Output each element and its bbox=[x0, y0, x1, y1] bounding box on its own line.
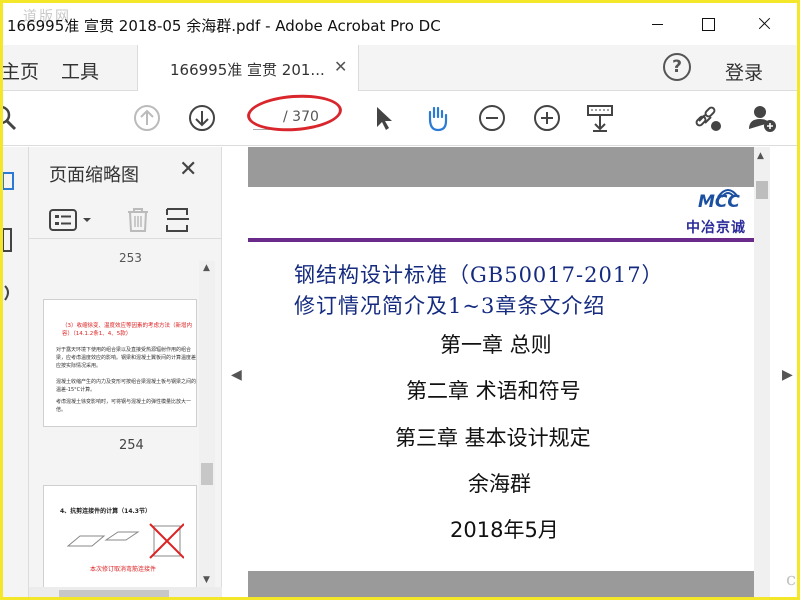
zoom-in-icon[interactable] bbox=[532, 103, 562, 133]
mcc-logo: MCC bbox=[698, 192, 740, 212]
thumb1-bullet-2: 混凝土收缩产生的内力及变形可按组合梁混凝土板与钢梁之间的温差-15°C计算。 bbox=[56, 379, 197, 393]
company-name: 中冶京诚 bbox=[686, 220, 746, 236]
previous-page-icon[interactable] bbox=[132, 103, 162, 133]
thumb1-bullet-3: 考虑混凝土徐变影响时，可将钢与混凝土的弹性模量比放大一倍。 bbox=[56, 399, 192, 413]
close-window-button[interactable] bbox=[745, 11, 785, 37]
doc-title-line2: 修订情况简介及1~3章条文介绍 bbox=[294, 294, 606, 318]
maximize-button[interactable] bbox=[689, 11, 729, 37]
window-title: 166995准 宣贯 2018-05 余海群.pdf - Adobe Acrob… bbox=[7, 17, 441, 35]
close-tab-icon[interactable]: ✕ bbox=[334, 57, 347, 76]
tab-tools[interactable]: 工具 bbox=[61, 57, 99, 84]
chapter-3: 第三章 基本设计规定 bbox=[395, 426, 591, 450]
tab-bar: 主页 工具 166995准 宣贯 201... ✕ ? 登录 bbox=[3, 45, 797, 91]
scrollbar-thumb[interactable] bbox=[201, 463, 213, 485]
doc-date: 2018年5月 bbox=[450, 518, 559, 542]
tab-document[interactable]: 166995准 宣贯 201... ✕ bbox=[137, 45, 359, 91]
h-scrollbar-thumb[interactable] bbox=[59, 590, 169, 597]
chapter-2: 第二章 术语和符号 bbox=[406, 379, 581, 403]
toolbar: / 370 bbox=[0, 91, 797, 146]
thumbnail-scrollbar[interactable]: ▲ ▼ bbox=[199, 261, 215, 589]
doc-scroll-up-icon[interactable]: ▲ bbox=[757, 151, 764, 161]
hand-tool-icon[interactable] bbox=[422, 103, 452, 133]
panel-title: 页面缩略图 bbox=[49, 165, 139, 186]
thumb-page-number-above: 253 bbox=[119, 251, 142, 265]
help-icon[interactable]: ? bbox=[663, 53, 691, 81]
next-page-icon[interactable] bbox=[187, 103, 217, 133]
panel-toolbar bbox=[29, 199, 222, 239]
app-window: 道版网 166995准 宣贯 2018-05 余海群.pdf - Adobe A… bbox=[0, 0, 800, 600]
document-viewer: ◀ MCC 中冶京诚 钢结构设计标准（GB50017-2017） 修订情况简介及… bbox=[222, 147, 797, 597]
add-user-icon[interactable] bbox=[747, 103, 777, 133]
thumb1-heading: （3）收缩徐变、温度效应等因素的考虑方法（新增内容）（14.1.2条1、4、5款… bbox=[62, 323, 193, 337]
header-rule bbox=[248, 238, 754, 242]
thumbnail-h-scrollbar[interactable] bbox=[29, 587, 222, 597]
fit-page-icon[interactable] bbox=[585, 103, 615, 133]
close-panel-icon[interactable]: ✕ bbox=[179, 157, 197, 182]
thumbnail-page-255[interactable]: 4、抗剪连接件的计算（14.3节） 本次修订取消弯筋连接件 bbox=[43, 485, 197, 589]
page-thumbnails-panel: 页面缩略图 ✕ 253 （3）收缩徐变、温度效应等因素的考虑方法（新增内容）（1… bbox=[29, 147, 222, 597]
share-link-icon[interactable] bbox=[693, 103, 723, 133]
doc-title-line1: 钢结构设计标准（GB50017-2017） bbox=[294, 263, 664, 287]
search-icon[interactable] bbox=[0, 103, 19, 133]
thumb2-heading: 4、抗剪连接件的计算（14.3节） bbox=[60, 508, 151, 515]
left-rail bbox=[3, 147, 29, 597]
chapter-1: 第一章 总则 bbox=[440, 333, 552, 357]
delete-page-icon[interactable] bbox=[125, 207, 151, 233]
select-cursor-icon[interactable] bbox=[368, 103, 398, 133]
annotation-ellipse bbox=[245, 91, 344, 135]
thumbnail-options-icon[interactable] bbox=[49, 209, 97, 231]
page-thumbnails-icon[interactable] bbox=[3, 171, 17, 193]
thumb2-footer: 本次修订取消弯筋连接件 bbox=[90, 566, 157, 573]
thumb-page-number: 254 bbox=[119, 438, 144, 453]
collapse-left-icon[interactable]: ◀ bbox=[231, 367, 242, 383]
page-bottom-band bbox=[248, 571, 754, 597]
bookmarks-icon[interactable] bbox=[3, 227, 17, 255]
expand-right-icon[interactable]: ▶ bbox=[782, 367, 793, 383]
thumbnail-page-254[interactable]: （3）收缩徐变、温度效应等因素的考虑方法（新增内容）（14.1.2条1、4、5款… bbox=[43, 299, 197, 427]
document-tab-label: 166995准 宣贯 201... bbox=[170, 61, 325, 79]
title-bar: 道版网 166995准 宣贯 2018-05 余海群.pdf - Adobe A… bbox=[3, 3, 797, 45]
document-scrollbar[interactable]: ▲ bbox=[754, 147, 770, 597]
login-button[interactable]: 登录 bbox=[725, 58, 763, 85]
corner-watermark: com bbox=[786, 569, 797, 590]
page-top-band bbox=[248, 147, 754, 187]
zoom-out-icon[interactable] bbox=[477, 103, 507, 133]
insert-page-icon[interactable] bbox=[165, 207, 193, 233]
thumb1-bullet-1: 对于露天环境下使用的组合梁以及直接受热源辐射作用的组合梁，应考虑温度效应的影响。… bbox=[56, 347, 197, 369]
attachments-icon[interactable] bbox=[3, 282, 17, 304]
author-name: 余海群 bbox=[468, 472, 531, 496]
thumb2-diagram bbox=[66, 523, 184, 559]
scroll-up-icon[interactable]: ▲ bbox=[203, 263, 210, 273]
pdf-page: MCC 中冶京诚 钢结构设计标准（GB50017-2017） 修订情况简介及1~… bbox=[248, 147, 754, 597]
minimize-button[interactable] bbox=[639, 11, 679, 37]
tab-home[interactable]: 主页 bbox=[3, 57, 39, 84]
doc-scrollbar-thumb[interactable] bbox=[756, 181, 768, 199]
scroll-down-icon[interactable]: ▼ bbox=[203, 575, 210, 585]
